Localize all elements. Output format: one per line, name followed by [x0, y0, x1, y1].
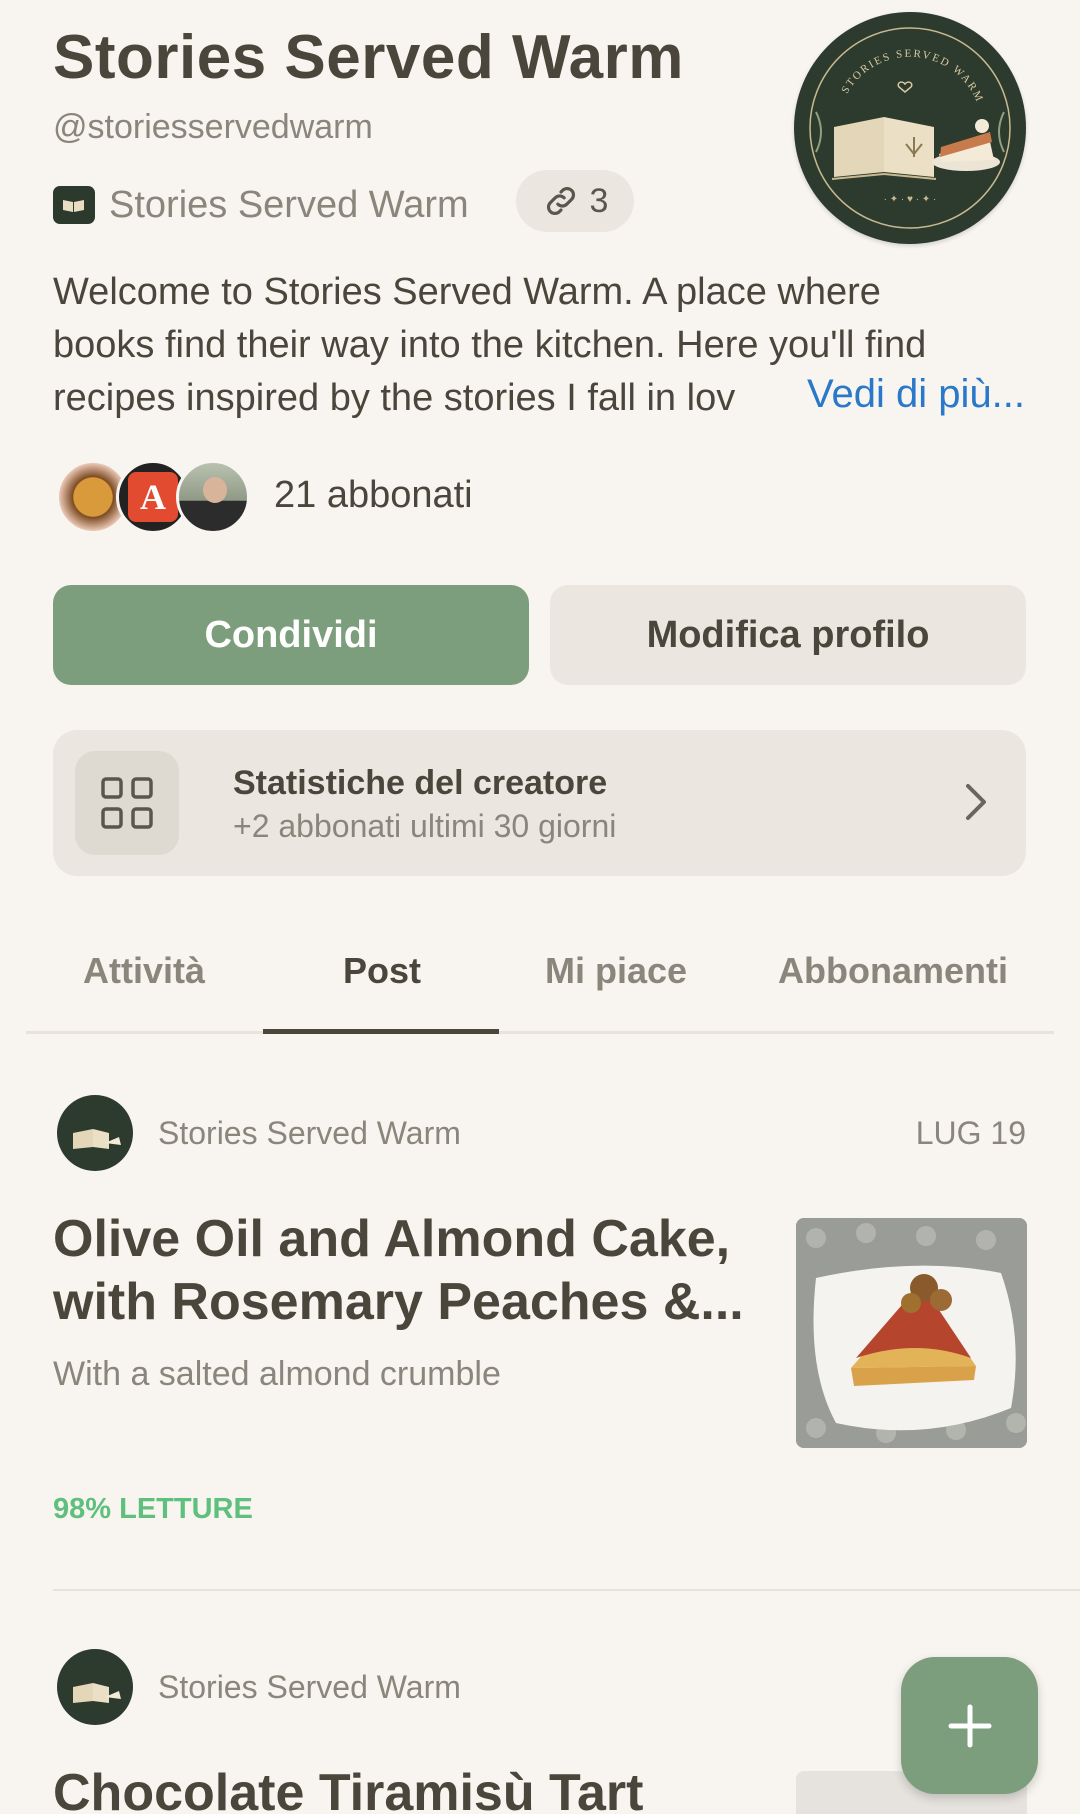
tab-activity[interactable]: Attività: [83, 950, 205, 992]
post-author-name[interactable]: Stories Served Warm: [158, 1115, 461, 1152]
post-author-name[interactable]: Stories Served Warm: [158, 1669, 461, 1706]
see-more-link[interactable]: Vedi di più...: [803, 372, 1025, 417]
profile-name: Stories Served Warm: [53, 23, 684, 92]
share-button[interactable]: Condividi: [53, 585, 529, 685]
book-and-cake-logo-icon: STORIES SERVED WARM · ✦ · ♥ · ✦ ·: [809, 27, 1011, 229]
post-author-avatar[interactable]: [57, 1095, 133, 1171]
dashboard-grid-icon: [75, 751, 179, 855]
post-divider: [53, 1589, 1080, 1591]
subscriber-avatars[interactable]: A: [56, 460, 256, 536]
publication-name: Stories Served Warm: [109, 183, 469, 226]
links-chip[interactable]: 3: [516, 170, 634, 232]
tab-posts[interactable]: Post: [343, 950, 421, 992]
edit-profile-button[interactable]: Modifica profilo: [550, 585, 1026, 685]
links-count: 3: [589, 181, 609, 220]
stats-title: Statistiche del creatore: [233, 764, 608, 802]
logo-ring-text: STORIES SERVED WARM: [839, 48, 984, 105]
svg-text:· ✦ · ♥ · ✦ ·: · ✦ · ♥ · ✦ ·: [884, 194, 937, 205]
link-icon: [546, 187, 575, 215]
post-title-line: with Rosemary Peaches &...: [53, 1273, 744, 1331]
bio-line: Welcome to Stories Served Warm. A place …: [53, 271, 881, 313]
subscriber-count[interactable]: 21 abbonati: [274, 474, 473, 517]
bio-line: recipes inspired by the stories I fall i…: [53, 377, 736, 419]
publication-link[interactable]: Stories Served Warm: [53, 175, 469, 235]
post-title[interactable]: Chocolate Tiramisù Tart: [53, 1762, 773, 1814]
post-title-line: Chocolate Tiramisù Tart: [53, 1764, 644, 1814]
post-subtitle: With a salted almond crumble: [53, 1355, 501, 1393]
creator-stats-card[interactable]: Statistiche del creatore +2 abbonati ult…: [53, 730, 1026, 876]
chevron-right-icon: [962, 780, 990, 829]
tab-subscriptions[interactable]: Abbonamenti: [778, 950, 1008, 992]
profile-handle: @storiesservedwarm: [53, 108, 373, 146]
post-title-line: Olive Oil and Almond Cake,: [53, 1210, 731, 1268]
post-title[interactable]: Olive Oil and Almond Cake, with Rosemary…: [53, 1208, 773, 1334]
active-tab-indicator: [263, 1029, 499, 1034]
reads-stat: 98% LETTURE: [53, 1493, 253, 1525]
tab-likes[interactable]: Mi piace: [545, 950, 687, 992]
plus-icon: [948, 1704, 991, 1747]
stats-subtitle: +2 abbonati ultimi 30 giorni: [233, 808, 617, 844]
post-author-avatar[interactable]: [57, 1649, 133, 1725]
new-post-button[interactable]: [901, 1657, 1038, 1794]
bio-line: books find their way into the kitchen. H…: [53, 324, 927, 366]
profile-tabs: Attività Post Mi piace Abbonamenti: [26, 930, 1054, 1034]
profile-avatar[interactable]: STORIES SERVED WARM · ✦ · ♥ · ✦ ·: [794, 12, 1026, 244]
post-thumbnail[interactable]: [796, 1218, 1027, 1448]
subscriber-avatar: [176, 460, 250, 534]
svg-text:STORIES SERVED WARM: STORIES SERVED WARM: [839, 48, 986, 105]
publication-logo-icon: [53, 186, 95, 224]
post-date: LUG 19: [915, 1115, 1026, 1151]
